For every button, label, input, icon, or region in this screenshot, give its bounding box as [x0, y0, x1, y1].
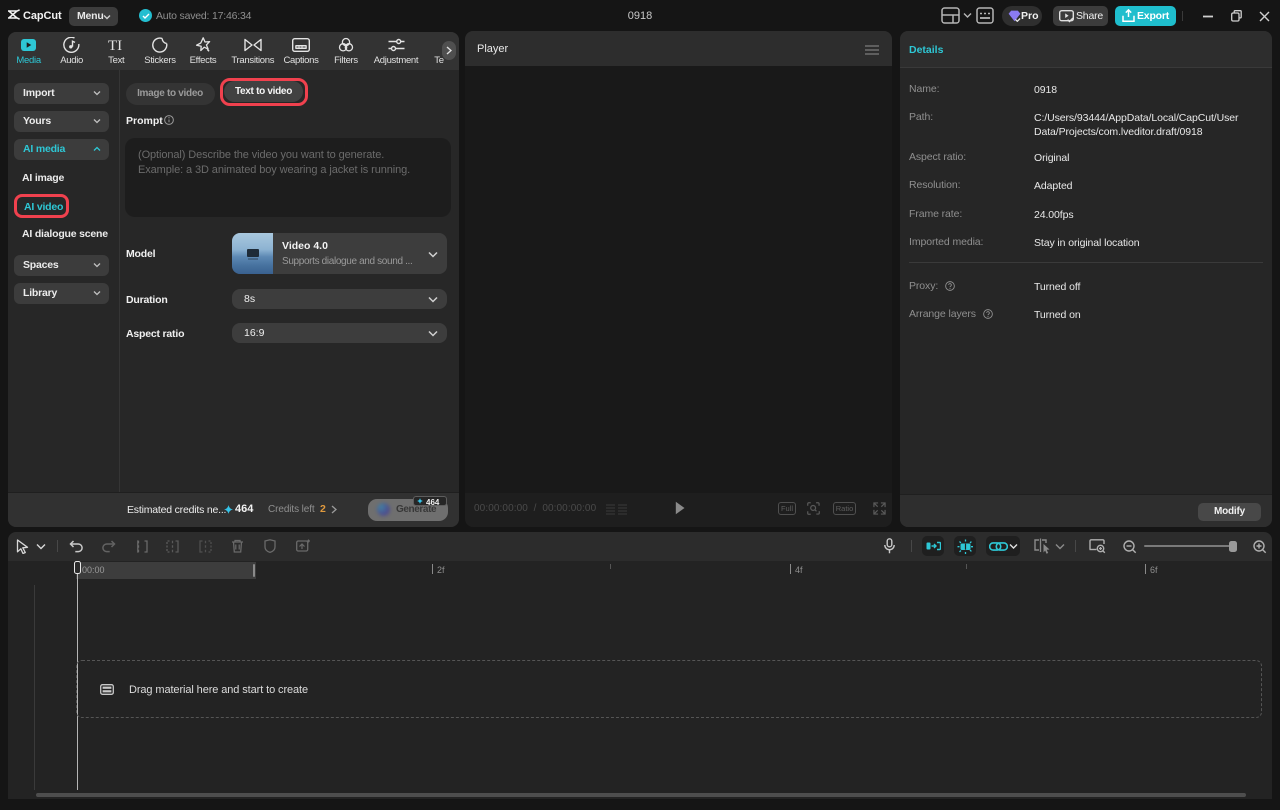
svg-text:TI: TI: [108, 38, 122, 52]
